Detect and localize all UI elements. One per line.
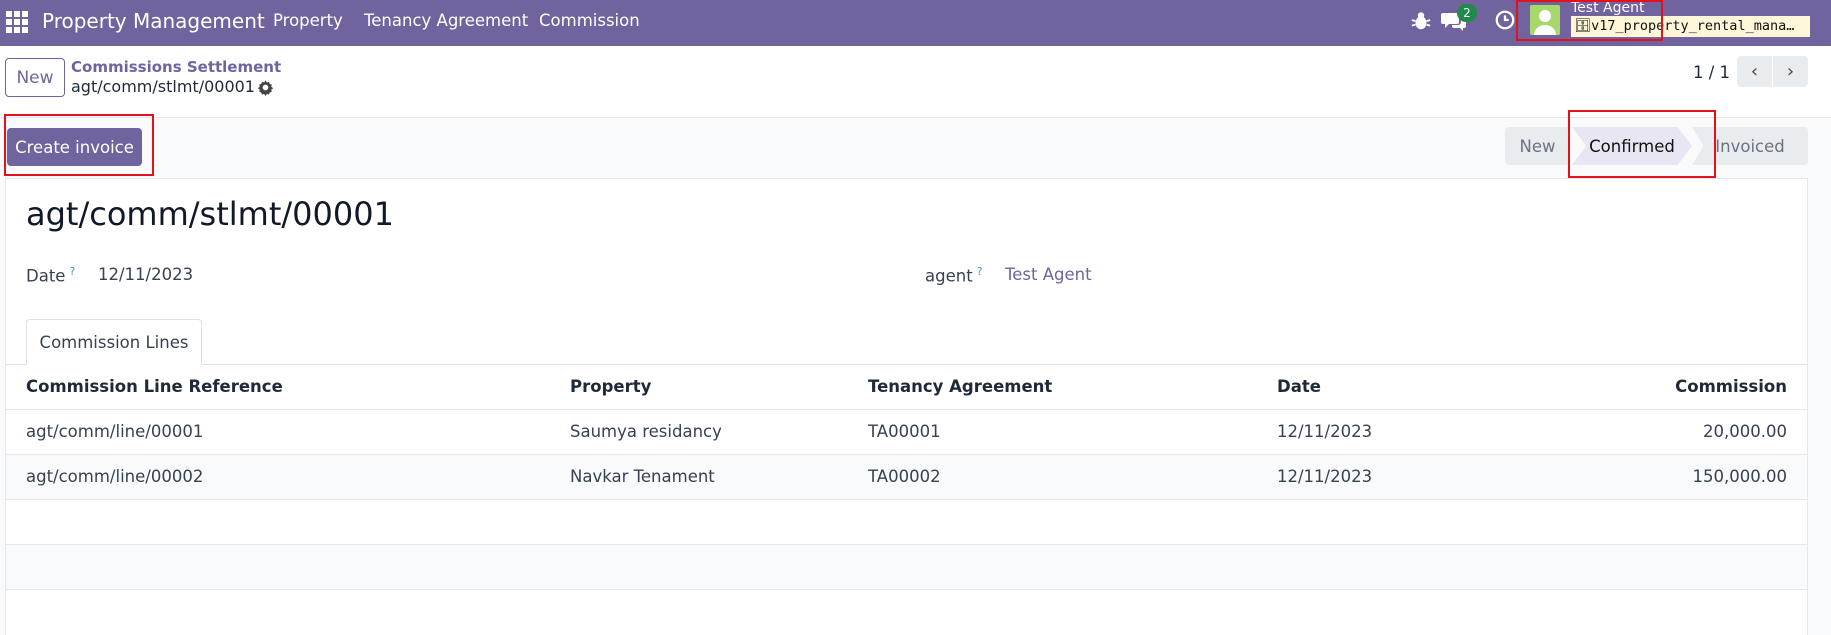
date-label-text: Date [26, 266, 66, 286]
create-invoice-button[interactable]: Create invoice [7, 128, 142, 166]
pager-next-button[interactable]: › [1773, 56, 1808, 87]
apps-menu-icon[interactable] [6, 11, 28, 33]
tab-commission-lines[interactable]: Commission Lines [26, 319, 202, 365]
menu-item-tenancy-agreement[interactable]: Tenancy Agreement [364, 11, 528, 30]
messages-count-badge: 2 [1457, 4, 1477, 22]
cell-date: 12/11/2023 [1257, 453, 1557, 499]
cell-commission: 150,000.00 [1557, 453, 1807, 499]
agent-label: agent? [925, 265, 983, 286]
stage-confirmed[interactable]: Confirmed [1572, 127, 1692, 165]
database-name: 🗄v17_property_rental_mana… [1571, 16, 1810, 37]
user-name[interactable]: Test Agent [1571, 0, 1644, 16]
menu-item-property[interactable]: Property [273, 11, 343, 30]
date-value[interactable]: 12/11/2023 [98, 265, 193, 284]
cell-reference: agt/comm/line/00002 [6, 453, 550, 499]
table-row[interactable]: agt/comm/line/00002 Navkar Tenament TA00… [6, 453, 1807, 499]
cell-property: Navkar Tenament [550, 453, 848, 499]
date-label: Date? [26, 265, 75, 286]
cell-property: Saumya residancy [550, 408, 848, 454]
gear-icon[interactable] [257, 79, 274, 96]
cell-date: 12/11/2023 [1257, 408, 1557, 454]
stage-invoiced[interactable]: Invoiced [1692, 127, 1808, 165]
status-bar: Create invoice New Confirmed Invoiced [0, 118, 1831, 178]
agent-help-icon[interactable]: ? [977, 265, 983, 278]
menu-item-commission[interactable]: Commission [539, 11, 640, 30]
database-icon: 🗄 [1574, 18, 1592, 34]
breadcrumb-current: agt/comm/stlmt/00001 [71, 77, 255, 96]
pager-value[interactable]: 1 / 1 [1693, 63, 1730, 82]
control-panel: New Commissions Settlement agt/comm/stlm… [0, 46, 1831, 118]
agent-label-text: agent [925, 266, 973, 286]
column-header-reference[interactable]: Commission Line Reference [6, 365, 550, 409]
empty-row [6, 588, 1807, 634]
chevron-left-icon: ‹ [1750, 61, 1759, 82]
cell-reference: agt/comm/line/00001 [6, 408, 550, 454]
top-navbar: Property Management Property Tenancy Agr… [0, 0, 1831, 46]
clock-icon[interactable] [1494, 9, 1516, 31]
column-header-tenancy-agreement[interactable]: Tenancy Agreement [848, 365, 1257, 409]
cell-tenancy-agreement: TA00001 [848, 408, 1257, 454]
form-sheet: agt/comm/stlmt/00001 Date? 12/11/2023 ag… [5, 178, 1808, 635]
commission-lines-table: Commission Line Reference Property Tenan… [6, 365, 1807, 634]
table-row[interactable]: agt/comm/line/00001 Saumya residancy TA0… [6, 408, 1807, 454]
table-header-row: Commission Line Reference Property Tenan… [6, 365, 1807, 409]
app-brand[interactable]: Property Management [42, 9, 265, 33]
pager-previous-button[interactable]: ‹ [1737, 56, 1772, 87]
stage-new[interactable]: New [1505, 127, 1570, 165]
column-header-commission[interactable]: Commission [1557, 365, 1807, 409]
empty-row [6, 498, 1807, 544]
database-name-text: v17_property_rental_mana… [1591, 18, 1795, 34]
record-title: agt/comm/stlmt/00001 [26, 195, 394, 233]
cell-commission: 20,000.00 [1557, 408, 1807, 454]
breadcrumb-parent[interactable]: Commissions Settlement [71, 58, 281, 76]
empty-row [6, 543, 1807, 589]
agent-value-link[interactable]: Test Agent [1005, 265, 1092, 284]
column-header-property[interactable]: Property [550, 365, 848, 409]
new-record-button[interactable]: New [5, 58, 65, 97]
column-header-date[interactable]: Date [1257, 365, 1557, 409]
chevron-right-icon: › [1786, 61, 1795, 82]
user-avatar[interactable] [1530, 5, 1560, 35]
date-help-icon[interactable]: ? [69, 265, 75, 278]
cell-tenancy-agreement: TA00002 [848, 453, 1257, 499]
bug-icon[interactable] [1410, 9, 1432, 33]
